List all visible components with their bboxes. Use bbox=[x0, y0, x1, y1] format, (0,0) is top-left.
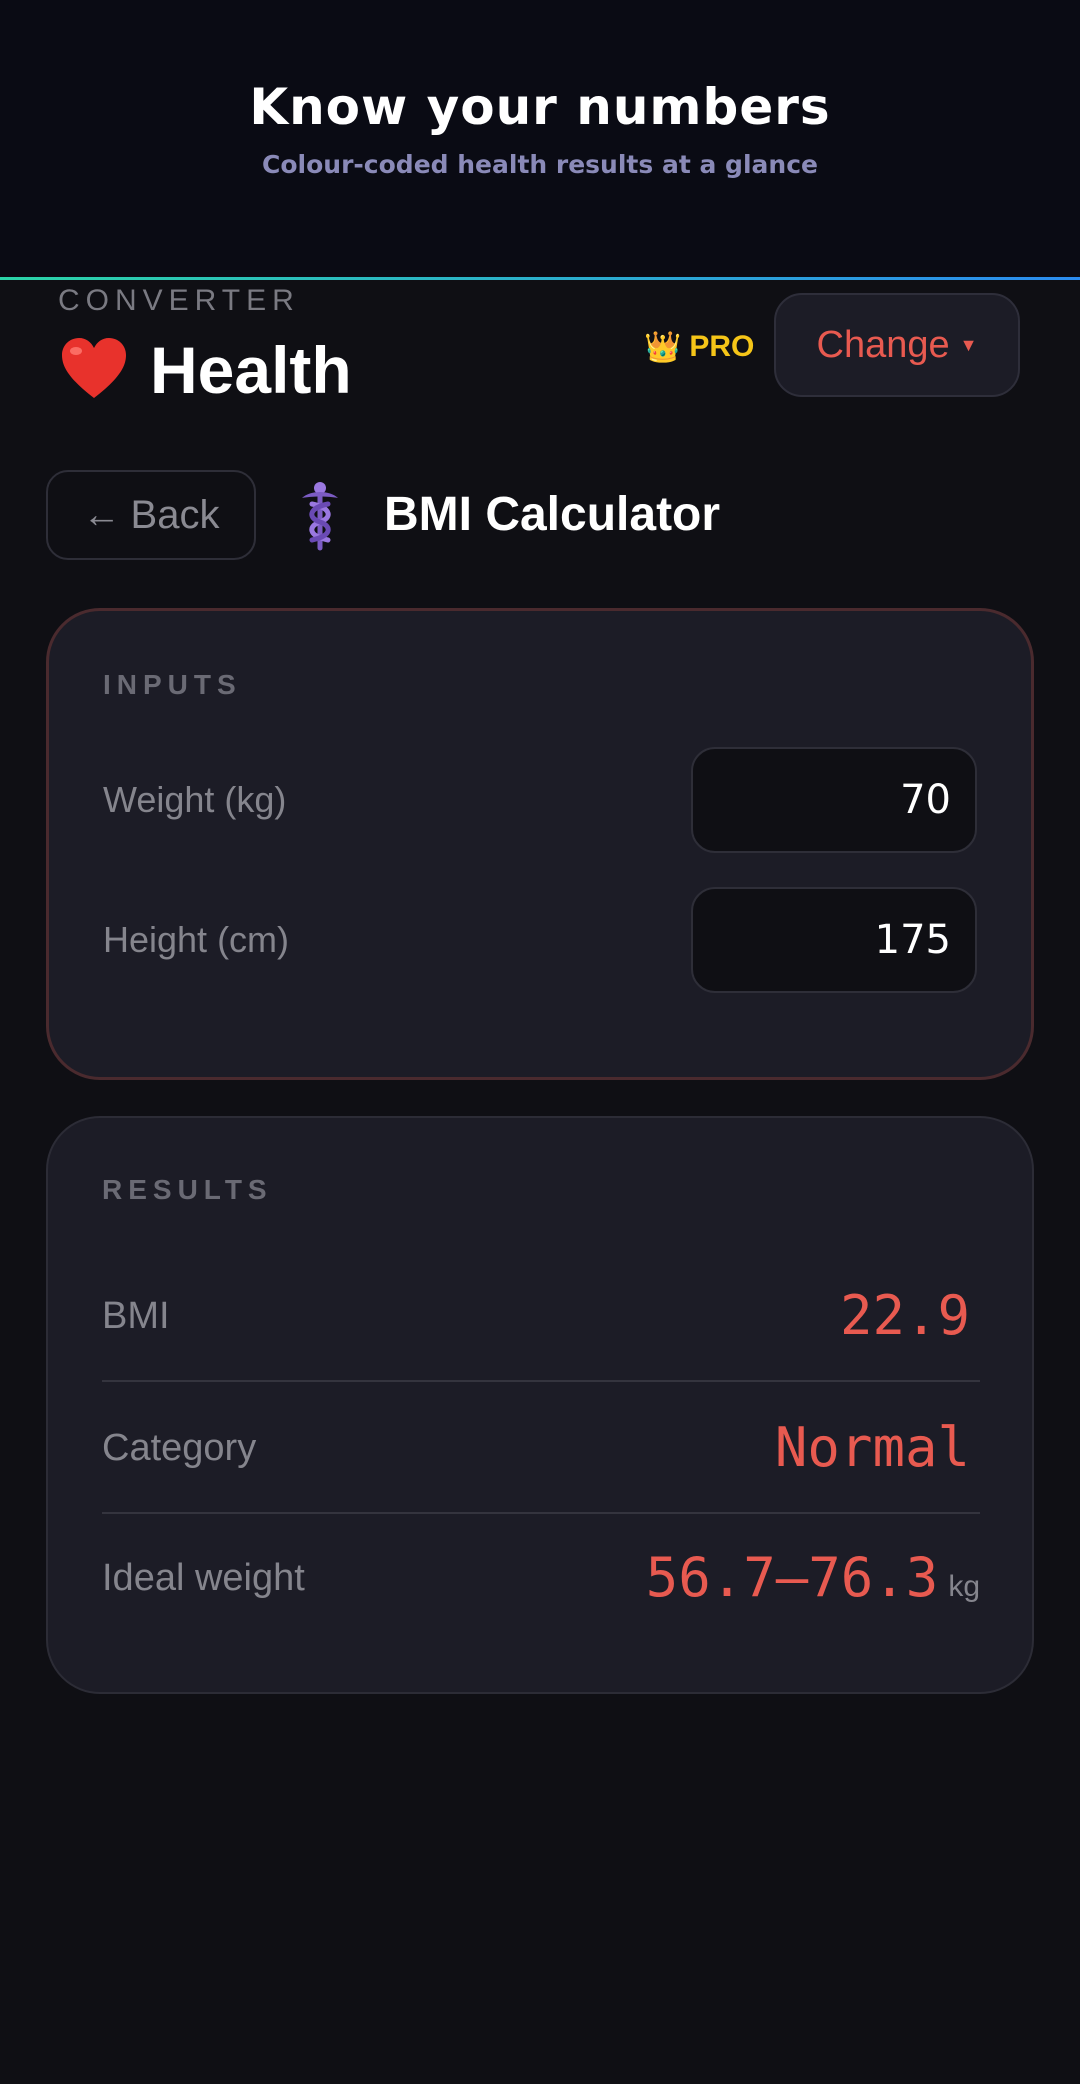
weight-label: Weight (kg) bbox=[103, 779, 287, 820]
heart-icon bbox=[58, 334, 130, 406]
result-row-bmi: BMI 22.9 bbox=[102, 1256, 980, 1376]
calculator-title: BMI Calculator bbox=[384, 488, 721, 541]
converter-kicker: CONVERTER bbox=[58, 284, 300, 317]
height-label: Height (cm) bbox=[103, 919, 290, 960]
caduceus-icon bbox=[288, 480, 352, 552]
chevron-down-icon: ▼ bbox=[959, 334, 978, 355]
arrow-left-icon: ← bbox=[82, 493, 121, 536]
back-button[interactable]: ← Back bbox=[46, 470, 256, 560]
height-input[interactable] bbox=[691, 887, 977, 993]
results-card: RESULTS BMI 22.9 Category Normal Ideal w… bbox=[46, 1116, 1034, 1694]
bmi-label: BMI bbox=[102, 1295, 170, 1337]
accent-divider bbox=[0, 277, 1080, 280]
inputs-section-label: INPUTS bbox=[103, 669, 242, 700]
category-label: Category bbox=[102, 1427, 257, 1469]
ideal-weight-value: 56.7–76.3 bbox=[645, 1546, 939, 1609]
ideal-weight-label: Ideal weight bbox=[102, 1557, 305, 1599]
change-label: Change bbox=[816, 323, 950, 366]
result-row-category: Category Normal bbox=[102, 1388, 980, 1508]
page-title: Health bbox=[150, 333, 352, 407]
pro-label: PRO bbox=[689, 330, 755, 363]
ideal-weight-value-group: 56.7–76.3 kg bbox=[646, 1518, 980, 1638]
result-row-ideal-weight: Ideal weight 56.7–76.3 kg bbox=[102, 1518, 980, 1638]
category-value: Normal bbox=[774, 1416, 970, 1479]
ideal-weight-unit: kg bbox=[948, 1570, 980, 1603]
banner-subtitle: Colour-coded health results at a glance bbox=[262, 150, 818, 179]
bmi-value: 22.9 bbox=[839, 1284, 970, 1347]
banner-title: Know your numbers bbox=[249, 78, 831, 136]
back-label: Back bbox=[130, 492, 220, 537]
crown-icon: 👑 bbox=[644, 330, 682, 364]
weight-input[interactable] bbox=[691, 747, 977, 853]
promo-banner: Know your numbers Colour-coded health re… bbox=[0, 0, 1080, 278]
result-divider bbox=[102, 1380, 980, 1382]
change-button[interactable]: Change ▼ bbox=[774, 293, 1020, 397]
pro-badge: 👑 PRO bbox=[644, 322, 754, 372]
page-title-row: Health bbox=[58, 330, 352, 410]
inputs-card: INPUTS Weight (kg) Height (cm) bbox=[46, 608, 1034, 1080]
results-section-label: RESULTS bbox=[102, 1174, 273, 1205]
result-divider bbox=[102, 1512, 980, 1514]
